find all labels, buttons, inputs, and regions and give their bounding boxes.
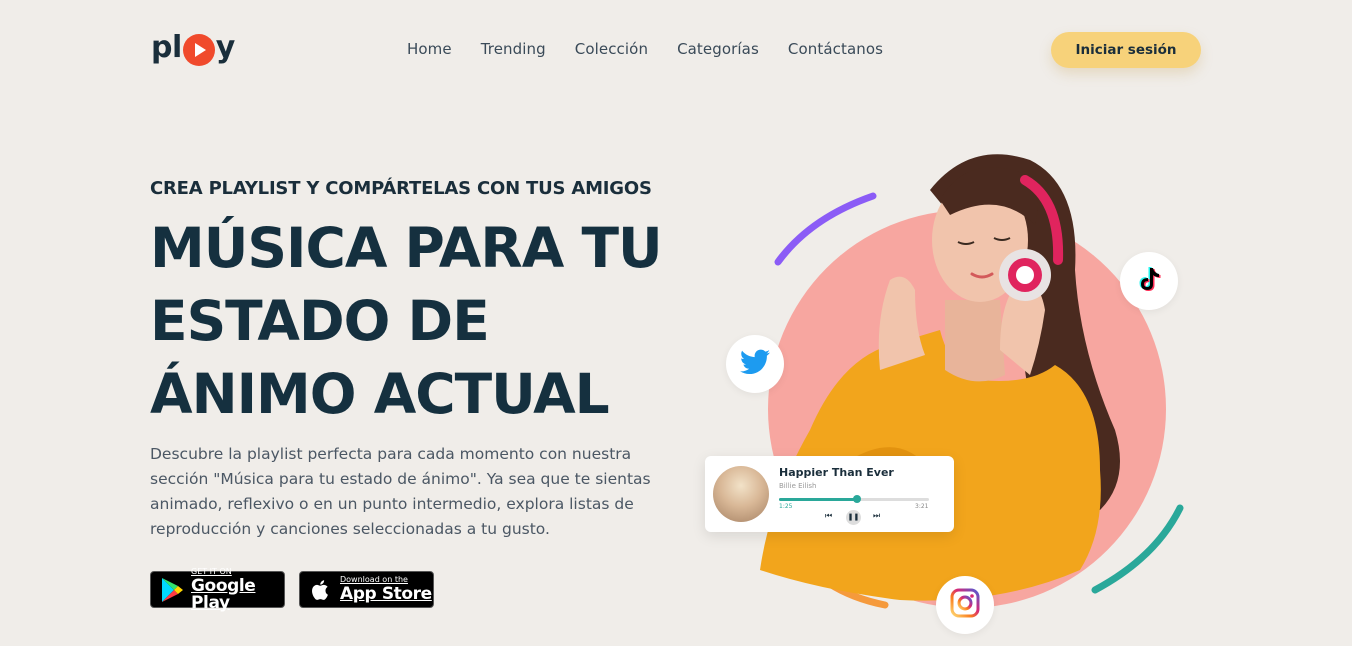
nav-categorias[interactable]: Categorías xyxy=(677,40,759,58)
google-play-icon xyxy=(159,577,185,603)
tiktok-icon xyxy=(1136,265,1162,297)
main-nav: Home Trending Colección Categorías Contá… xyxy=(407,40,912,58)
app-store-button[interactable]: Download on the App Store xyxy=(299,571,434,608)
elapsed-time: 1:25 xyxy=(779,503,793,510)
total-time: 3:21 xyxy=(915,503,929,510)
previous-icon[interactable]: ⏮ xyxy=(825,511,832,521)
headline-line-2: ESTADO DE xyxy=(150,289,490,353)
instagram-icon xyxy=(950,588,980,622)
music-player-card[interactable]: Happier Than Ever Billie Eilish 1:25 3:2… xyxy=(705,456,954,532)
play-icon xyxy=(182,33,215,66)
instagram-badge[interactable] xyxy=(936,576,994,634)
woman-with-headphones-image xyxy=(760,154,1120,601)
nav-trending[interactable]: Trending xyxy=(481,40,546,58)
hero-headline: MÚSICA PARA TU ESTADO DE ÁNIMO ACTUAL xyxy=(150,212,690,431)
logo-text-right: y xyxy=(215,30,236,65)
logo-text-left: pl xyxy=(151,30,182,65)
app-store-big-text: App Store xyxy=(340,584,432,604)
song-artist: Billie Eilish xyxy=(779,482,817,490)
nav-contactanos[interactable]: Contáctanos xyxy=(788,40,883,58)
pause-button[interactable]: ❚❚ xyxy=(846,510,861,525)
next-icon[interactable]: ⏭ xyxy=(873,511,880,521)
progress-knob[interactable] xyxy=(853,495,861,503)
twitter-badge[interactable] xyxy=(726,335,784,393)
tiktok-badge[interactable] xyxy=(1120,252,1178,310)
nav-home[interactable]: Home xyxy=(407,40,452,58)
progress-fill xyxy=(779,498,857,501)
logo[interactable]: pl y xyxy=(151,30,236,66)
progress-bar[interactable] xyxy=(779,495,929,503)
google-play-big-text: Google Play xyxy=(191,575,256,613)
google-play-small-text: GET IT ON xyxy=(191,566,232,576)
pause-icon: ❚❚ xyxy=(847,513,860,521)
login-button[interactable]: Iniciar sesión xyxy=(1051,32,1201,68)
twitter-icon xyxy=(740,349,770,379)
hero-description: Descubre la playlist perfecta para cada … xyxy=(150,445,651,538)
song-title: Happier Than Ever xyxy=(779,466,894,479)
google-play-button[interactable]: GET IT ON Google Play xyxy=(150,566,285,611)
app-store-small-text: Download on the xyxy=(340,575,408,584)
headline-line-3: ÁNIMO ACTUAL xyxy=(150,362,610,426)
headline-line-1: MÚSICA PARA TU xyxy=(150,216,663,280)
album-cover xyxy=(713,466,769,522)
nav-coleccion[interactable]: Colección xyxy=(575,40,648,58)
hero-illustration: Happier Than Ever Billie Eilish 1:25 3:2… xyxy=(700,130,1220,646)
apple-icon xyxy=(308,577,334,603)
hero-kicker: CREA PLAYLIST Y COMPÁRTELAS CON TUS AMIG… xyxy=(150,178,652,199)
